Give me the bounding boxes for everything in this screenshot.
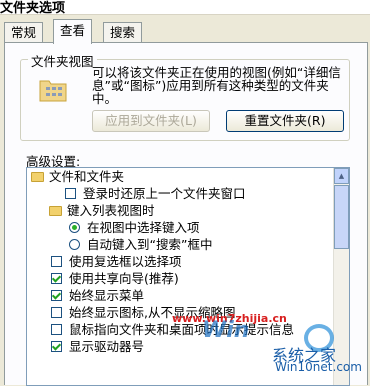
watermark-site: Win10net.com: [275, 360, 362, 374]
folder-views-icon: [39, 80, 67, 102]
scroll-up-button[interactable]: ▲: [334, 168, 349, 184]
list-item-label: 文件和文件夹: [49, 169, 125, 184]
apply-to-folders-label: 应用到文件夹(L): [105, 113, 197, 128]
checkbox[interactable]: [51, 324, 62, 335]
list-item-label: 键入列表视图时: [67, 203, 155, 218]
list-item-label: 使用复选框以选择项: [69, 254, 182, 269]
watermark-win-logo: Win: [202, 318, 250, 343]
list-item-label: 在视图中选择键入项: [87, 220, 200, 235]
tab-search-label: 搜索: [110, 25, 136, 40]
radio-button[interactable]: [69, 239, 80, 250]
reset-folders-label: 重置文件夹(R): [244, 113, 326, 128]
radio-button[interactable]: [69, 222, 80, 233]
list-item-label: 始终显示菜单: [69, 288, 145, 303]
checkbox[interactable]: [51, 290, 62, 301]
list-item-label: 自动键入到“搜索”框中: [87, 237, 213, 252]
list-item-label: 显示驱动器号: [69, 339, 145, 354]
checkbox[interactable]: [65, 188, 76, 199]
folder-views-description: 可以将该文件夹正在使用的视图(例如“详细信息”或“图标”)应用到所有这种类型的文…: [92, 65, 341, 106]
scrollbar-thumb[interactable]: [334, 185, 349, 249]
checkbox[interactable]: [51, 307, 62, 318]
folder-views-title: 文件夹视图: [28, 51, 97, 70]
tab-view-label: 查看: [60, 23, 86, 38]
checkbox[interactable]: [51, 341, 62, 352]
checkbox[interactable]: [51, 256, 62, 267]
title-bar: 文件夹选项: [0, 0, 370, 16]
reset-folders-button[interactable]: 重置文件夹(R): [226, 110, 344, 132]
checkbox[interactable]: [51, 273, 62, 284]
tab-general[interactable]: 常规: [4, 22, 44, 43]
apply-to-folders-button[interactable]: 应用到文件夹(L): [92, 110, 210, 132]
list-item-label: 登录时还原上一个文件夹窗口: [83, 186, 246, 201]
window-title: 文件夹选项: [0, 1, 66, 16]
folder-icon: [49, 206, 62, 216]
list-item-label: 使用共享向导(推荐): [69, 271, 179, 286]
tab-search[interactable]: 搜索: [103, 22, 143, 43]
folder-icon: [31, 172, 44, 182]
tab-general-label: 常规: [11, 25, 37, 40]
tab-view[interactable]: 查看: [53, 19, 93, 44]
